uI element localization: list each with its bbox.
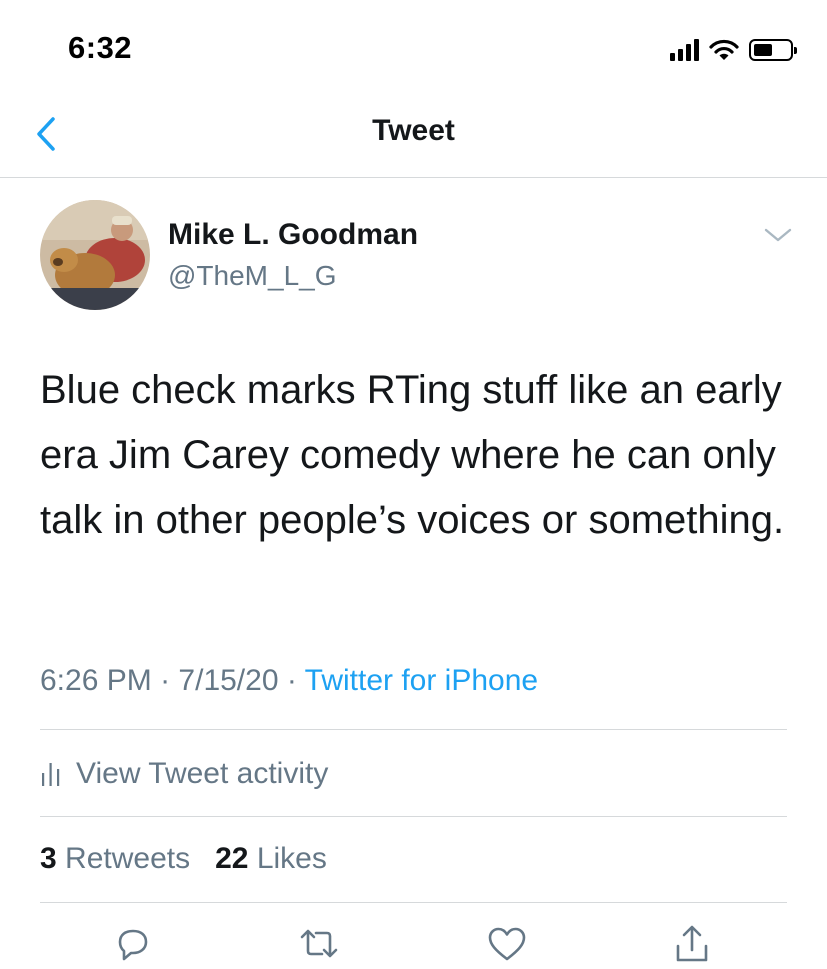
- cellular-signal-icon: [670, 39, 699, 61]
- retweets-label: Retweets: [65, 842, 191, 875]
- retweets-stat[interactable]: 3 Retweets: [40, 842, 190, 875]
- share-icon: [676, 925, 708, 962]
- tweet-stats: 3 Retweets 22 Likes: [40, 842, 327, 876]
- retweet-button[interactable]: [297, 922, 341, 966]
- heart-icon: [488, 927, 526, 961]
- likes-stat[interactable]: 22 Likes: [215, 842, 327, 875]
- more-options-button[interactable]: [760, 220, 796, 250]
- tweet-source-link[interactable]: Twitter for iPhone: [305, 664, 538, 697]
- meta-separator: ·: [286, 664, 297, 697]
- likes-count: 22: [215, 842, 249, 875]
- battery-icon: [749, 39, 797, 61]
- status-icons: [670, 36, 797, 64]
- tweet-date: 7/15/20: [178, 664, 279, 697]
- tweet-time: 6:26 PM: [40, 664, 152, 697]
- author-handle[interactable]: @TheM_L_G: [168, 260, 337, 292]
- tweet-action-bar: [0, 922, 827, 969]
- like-button[interactable]: [485, 922, 529, 966]
- likes-label: Likes: [256, 842, 327, 875]
- author-name[interactable]: Mike L. Goodman: [168, 218, 418, 252]
- nav-bar: Tweet: [0, 100, 827, 178]
- chevron-down-icon: [764, 228, 792, 242]
- wifi-icon: [709, 39, 739, 60]
- divider: [40, 816, 787, 817]
- bar-chart-icon: [42, 763, 60, 786]
- reply-button[interactable]: [111, 922, 155, 966]
- view-tweet-activity-label: View Tweet activity: [76, 757, 329, 790]
- meta-separator: ·: [160, 664, 171, 697]
- divider: [40, 729, 787, 730]
- page-title: Tweet: [372, 114, 455, 147]
- share-button[interactable]: [670, 922, 714, 966]
- tweet-meta: 6:26 PM · 7/15/20 · Twitter for iPhone: [40, 664, 538, 698]
- avatar[interactable]: [40, 200, 150, 310]
- status-time: 6:32: [68, 30, 133, 65]
- retweet-icon: [300, 929, 338, 958]
- divider: [40, 902, 787, 903]
- tweet-text: Blue check marks RTing stuff like an ear…: [40, 368, 785, 542]
- status-bar: 6:32: [0, 0, 827, 100]
- retweets-count: 3: [40, 842, 57, 875]
- reply-icon: [118, 929, 148, 961]
- view-tweet-activity-link[interactable]: View Tweet activity: [40, 752, 328, 796]
